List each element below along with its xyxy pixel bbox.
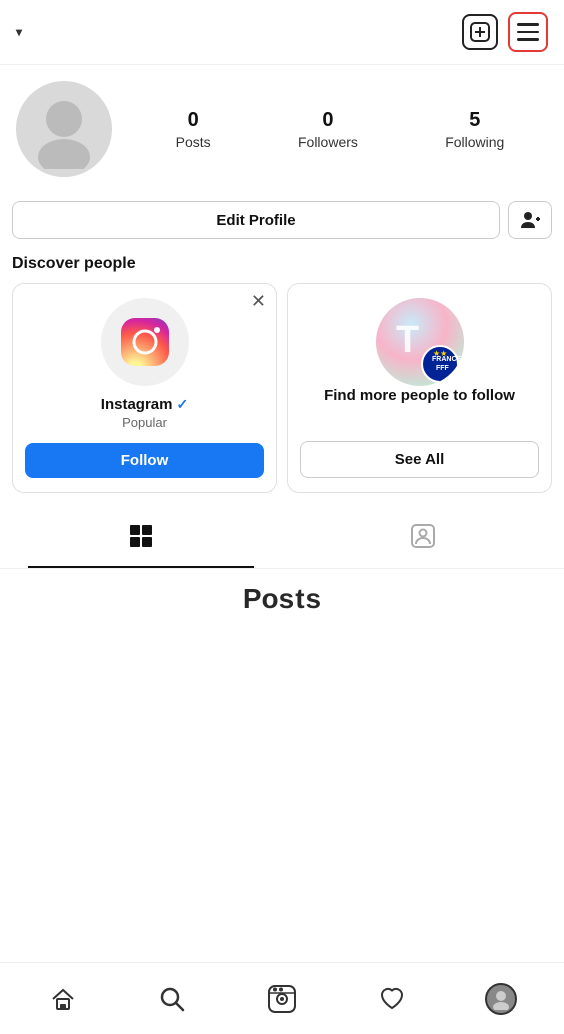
partial-section-label: Posts (0, 569, 564, 619)
avatar-icon (24, 89, 104, 169)
nav-profile-avatar (485, 983, 517, 1015)
instagram-logo-icon (117, 314, 173, 370)
discover-card-find-more: T FRANCE FFF ★★ Find more people to foll… (287, 283, 552, 493)
bottom-nav (0, 962, 564, 1034)
profile-section: 0 Posts 0 Followers 5 Following (0, 65, 564, 185)
following-count: 5 (469, 109, 480, 132)
add-icon (470, 22, 490, 42)
nav-heart[interactable] (367, 974, 417, 1024)
grid-icon (128, 523, 154, 556)
grid-svg-icon (128, 523, 154, 549)
chevron-down-icon: ▾ (16, 25, 22, 39)
add-friend-button[interactable] (508, 201, 552, 239)
nav-reels[interactable] (257, 974, 307, 1024)
nav-avatar-icon (490, 988, 512, 1010)
profile-top: 0 Posts 0 Followers 5 Following (16, 81, 548, 177)
discover-card-instagram: ✕ (12, 283, 277, 493)
see-all-button[interactable]: See All (300, 441, 539, 478)
instagram-card-name: Instagram ✓ (101, 396, 188, 413)
tagged-svg-icon (410, 523, 436, 549)
find-more-collage: T FRANCE FFF ★★ (376, 298, 464, 386)
header: ▾ (0, 0, 564, 65)
bottom-spacer (0, 619, 564, 699)
instagram-logo-circle (101, 298, 189, 386)
actions-row: Edit Profile (12, 201, 552, 239)
avatar[interactable] (16, 81, 112, 177)
menu-line-3 (517, 38, 539, 41)
search-icon (158, 985, 186, 1013)
tab-tagged[interactable] (282, 511, 564, 568)
collage-content: T FRANCE FFF ★★ (376, 298, 464, 386)
find-more-text: Find more people to follow (324, 386, 515, 406)
menu-line-2 (517, 31, 539, 34)
svg-text:T: T (396, 319, 419, 361)
following-label: Following (445, 134, 504, 150)
svg-text:FFF: FFF (436, 365, 450, 372)
posts-count: 0 (188, 109, 199, 132)
followers-label: Followers (298, 134, 358, 150)
tab-grid[interactable] (0, 511, 282, 568)
tabs-row (0, 511, 564, 569)
header-left: ▾ (16, 25, 22, 39)
instagram-card-subtitle: Popular (122, 415, 167, 430)
followers-count: 0 (322, 109, 333, 132)
stat-followers[interactable]: 0 Followers (298, 109, 358, 150)
heart-icon (378, 985, 406, 1013)
stat-posts[interactable]: 0 Posts (176, 109, 211, 150)
stats-container: 0 Posts 0 Followers 5 Following (132, 109, 548, 150)
nav-search[interactable] (147, 974, 197, 1024)
menu-button[interactable] (508, 12, 548, 52)
discover-section: Discover people ✕ (0, 247, 564, 493)
nav-profile[interactable] (476, 974, 526, 1024)
posts-label: Posts (176, 134, 211, 150)
add-post-button[interactable] (462, 14, 498, 50)
edit-profile-button[interactable]: Edit Profile (12, 201, 500, 239)
svg-text:★★: ★★ (433, 349, 447, 358)
username-area[interactable]: ▾ (16, 25, 22, 39)
follow-instagram-button[interactable]: Follow (25, 443, 264, 478)
header-icons (462, 12, 548, 52)
close-instagram-card-button[interactable]: ✕ (251, 292, 266, 310)
home-icon (49, 985, 77, 1013)
stat-following[interactable]: 5 Following (445, 109, 504, 150)
discover-title: Discover people (12, 255, 552, 273)
discover-cards: ✕ (12, 283, 552, 493)
verified-icon: ✓ (176, 396, 188, 413)
tagged-icon (410, 523, 436, 556)
reels-icon (267, 984, 297, 1014)
add-person-icon (519, 209, 541, 231)
nav-home[interactable] (38, 974, 88, 1024)
menu-line-1 (517, 23, 539, 26)
collage-background: T FRANCE FFF ★★ (376, 298, 464, 386)
